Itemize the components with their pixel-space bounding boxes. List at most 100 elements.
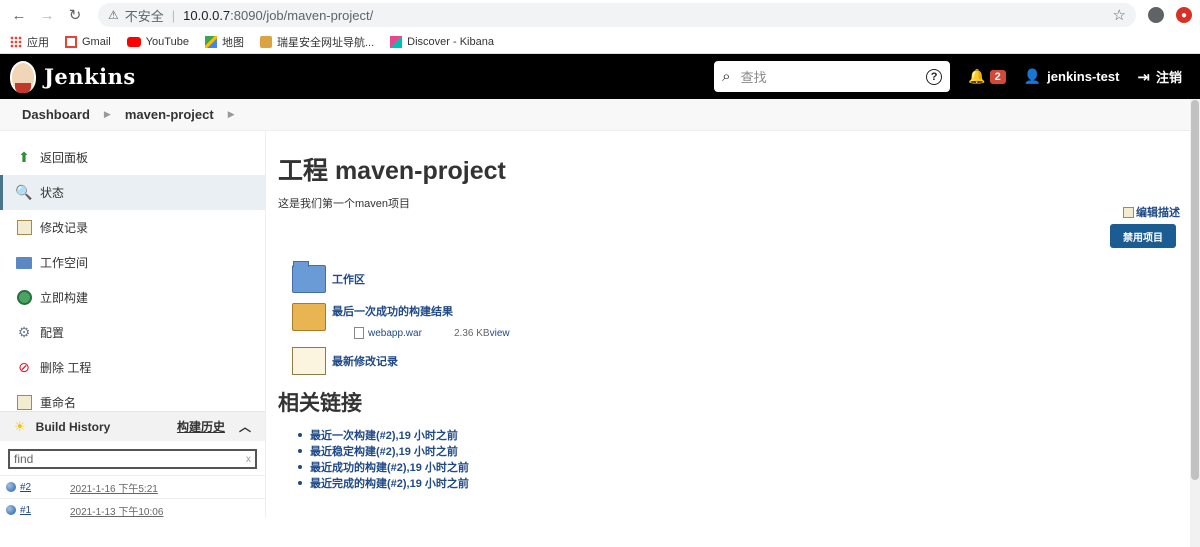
build-status-icon — [6, 482, 16, 492]
rising-icon — [259, 35, 272, 48]
package-icon — [292, 303, 326, 331]
bookmark-kibana[interactable]: Discover - Kibana — [390, 35, 494, 48]
user-icon: 👤 — [1023, 68, 1042, 84]
permalink-last-successful[interactable]: 最近成功的构建(#2),19 小时之前 — [298, 459, 1188, 475]
bookmark-label: 应用 — [27, 36, 49, 49]
artifact-view-link[interactable]: view — [490, 328, 510, 339]
bookmark-gmail[interactable]: Gmail — [65, 35, 111, 48]
bookmark-star-icon[interactable]: ☆ — [1113, 6, 1126, 24]
profile-icon[interactable] — [1148, 7, 1164, 23]
page-scrollbar[interactable] — [1190, 99, 1200, 547]
build-status-icon — [6, 505, 16, 515]
build-row[interactable]: #1 2021-1-13 下午10:06 — [0, 498, 265, 521]
arrow-up-icon: ⬆ — [18, 149, 30, 165]
bookmark-label: Discover - Kibana — [407, 35, 494, 48]
bookmark-label: YouTube — [145, 35, 189, 48]
sidebar-item-delete[interactable]: ⊘ 删除 工程 — [0, 350, 265, 385]
address-bar[interactable]: ⚠ 不安全 | 10.0.0.7 :8090/job/maven-project… — [98, 3, 1136, 27]
build-number[interactable]: #2 — [20, 482, 70, 493]
search-placeholder: 查找 — [740, 70, 767, 85]
gmail-icon — [65, 35, 77, 48]
chevron-right-icon[interactable]: ▶ — [228, 109, 235, 120]
sun-icon: ☀ — [14, 418, 26, 434]
notepad-icon — [16, 220, 32, 235]
reload-icon[interactable]: ↻ — [64, 4, 86, 26]
permalink-last-stable[interactable]: 最近稳定构建(#2),19 小时之前 — [298, 443, 1188, 459]
folder-icon — [292, 261, 326, 293]
bookmark-apps[interactable]: 应用 — [10, 34, 49, 50]
clear-icon[interactable]: x — [246, 454, 251, 465]
warning-icon: ⚠ — [108, 8, 119, 22]
bookmark-youtube[interactable]: YouTube — [126, 35, 189, 48]
url-separator: | — [171, 7, 176, 23]
bookmark-label: 瑞星安全网址导航... — [276, 36, 375, 49]
sidebar-item-label: 状态 — [40, 186, 65, 200]
apps-grid-icon — [10, 35, 22, 48]
notepad-icon — [292, 347, 326, 375]
disable-project-button[interactable]: 禁用项目 — [1110, 224, 1176, 248]
bookmarks-bar: 应用 Gmail YouTube 地图 瑞星安全网址导航... Discover… — [0, 30, 1200, 54]
forward-icon[interactable]: → — [36, 4, 58, 26]
sidebar-item-build-now[interactable]: 立即构建 — [0, 280, 265, 315]
file-icon — [354, 327, 364, 339]
notification-badge: 2 — [989, 69, 1006, 84]
sidebar-item-label: 工作空间 — [40, 256, 89, 270]
user-name: jenkins-test — [1047, 69, 1120, 84]
extension-icon[interactable]: ● — [1176, 7, 1192, 23]
sidebar-item-label: 删除 工程 — [40, 361, 92, 375]
insecure-label: 不安全 — [124, 8, 164, 24]
logout-label: 注销 — [1155, 70, 1182, 85]
sidebar: ⬆ 返回面板 🔍 状态 修改记录 工作空间 立即构建 ⚙ 配置 ⊘ 删除 工程 — [0, 131, 266, 518]
logout-icon: ⇥ — [1137, 68, 1150, 86]
edit-icon — [1123, 206, 1134, 218]
jenkins-logo[interactable]: Jenkins — [10, 60, 136, 93]
build-row[interactable]: #2 2021-1-16 下午5:21 — [0, 475, 265, 498]
recent-changes-link[interactable]: 最新修改记录 — [292, 347, 1188, 375]
breadcrumb-project[interactable]: maven-project — [125, 107, 214, 122]
related-links-heading: 相关链接 — [278, 392, 362, 415]
browser-toolbar: ← → ↻ ⚠ 不安全 | 10.0.0.7 :8090/job/maven-p… — [0, 0, 1200, 30]
build-date[interactable]: 2021-1-16 下午5:21 — [70, 480, 158, 495]
back-icon[interactable]: ← — [8, 4, 30, 26]
gear-icon: ⚙ — [17, 324, 31, 340]
youtube-icon — [126, 36, 141, 47]
edit-description-label: 编辑描述 — [1136, 207, 1180, 219]
maps-icon — [204, 35, 217, 48]
permalink-last-build[interactable]: 最近一次构建(#2),19 小时之前 — [298, 427, 1188, 443]
sidebar-item-label: 重命名 — [40, 396, 77, 410]
folder-icon — [16, 256, 32, 269]
build-history-link[interactable]: 构建历史 — [177, 418, 225, 435]
notifications[interactable]: 🔔 2 — [968, 68, 1006, 85]
artifact-row: webapp.war 2.36 KB view — [354, 327, 1188, 339]
sidebar-item-configure[interactable]: ⚙ 配置 — [0, 315, 265, 350]
edit-description-link[interactable]: 编辑描述 — [1123, 204, 1180, 220]
brand-name: Jenkins — [44, 64, 136, 89]
scrollbar-thumb[interactable] — [1191, 100, 1199, 480]
sidebar-item-workspace[interactable]: 工作空间 — [0, 245, 265, 280]
sidebar-item-label: 修改记录 — [40, 221, 89, 235]
user-menu[interactable]: 👤 jenkins-test — [1024, 68, 1120, 85]
chevron-right-icon[interactable]: ▶ — [104, 109, 111, 120]
breadcrumb-dashboard[interactable]: Dashboard — [22, 107, 90, 122]
sidebar-item-label: 返回面板 — [40, 151, 89, 165]
artifact-size: 2.36 KB — [454, 327, 490, 339]
build-history-title: Build History — [35, 419, 111, 434]
build-number[interactable]: #1 — [20, 505, 70, 516]
bookmark-maps[interactable]: 地图 — [204, 34, 244, 50]
workspace-link[interactable]: 工作区 — [292, 261, 1188, 293]
bookmark-rising[interactable]: 瑞星安全网址导航... — [259, 34, 375, 50]
build-filter-input[interactable]: find x — [8, 449, 257, 469]
sidebar-item-changes[interactable]: 修改记录 — [0, 210, 265, 245]
bell-icon: 🔔 — [968, 68, 986, 84]
artifact-name[interactable]: webapp.war — [368, 328, 454, 339]
search-icon: 🔍 — [15, 184, 33, 200]
search-input[interactable]: ⌕ 查找 ? — [714, 61, 951, 92]
help-icon[interactable]: ? — [926, 68, 943, 85]
sidebar-item-status[interactable]: 🔍 状态 — [0, 175, 265, 210]
build-date[interactable]: 2021-1-13 下午10:06 — [70, 503, 163, 518]
workspace-label: 工作区 — [332, 274, 365, 286]
sidebar-item-back[interactable]: ⬆ 返回面板 — [0, 140, 265, 175]
chevron-up-icon[interactable]: ︿ — [239, 418, 251, 435]
permalink-last-completed[interactable]: 最近完成的构建(#2),19 小时之前 — [298, 475, 1188, 491]
logout-link[interactable]: ⇥ 注销 — [1137, 67, 1182, 86]
